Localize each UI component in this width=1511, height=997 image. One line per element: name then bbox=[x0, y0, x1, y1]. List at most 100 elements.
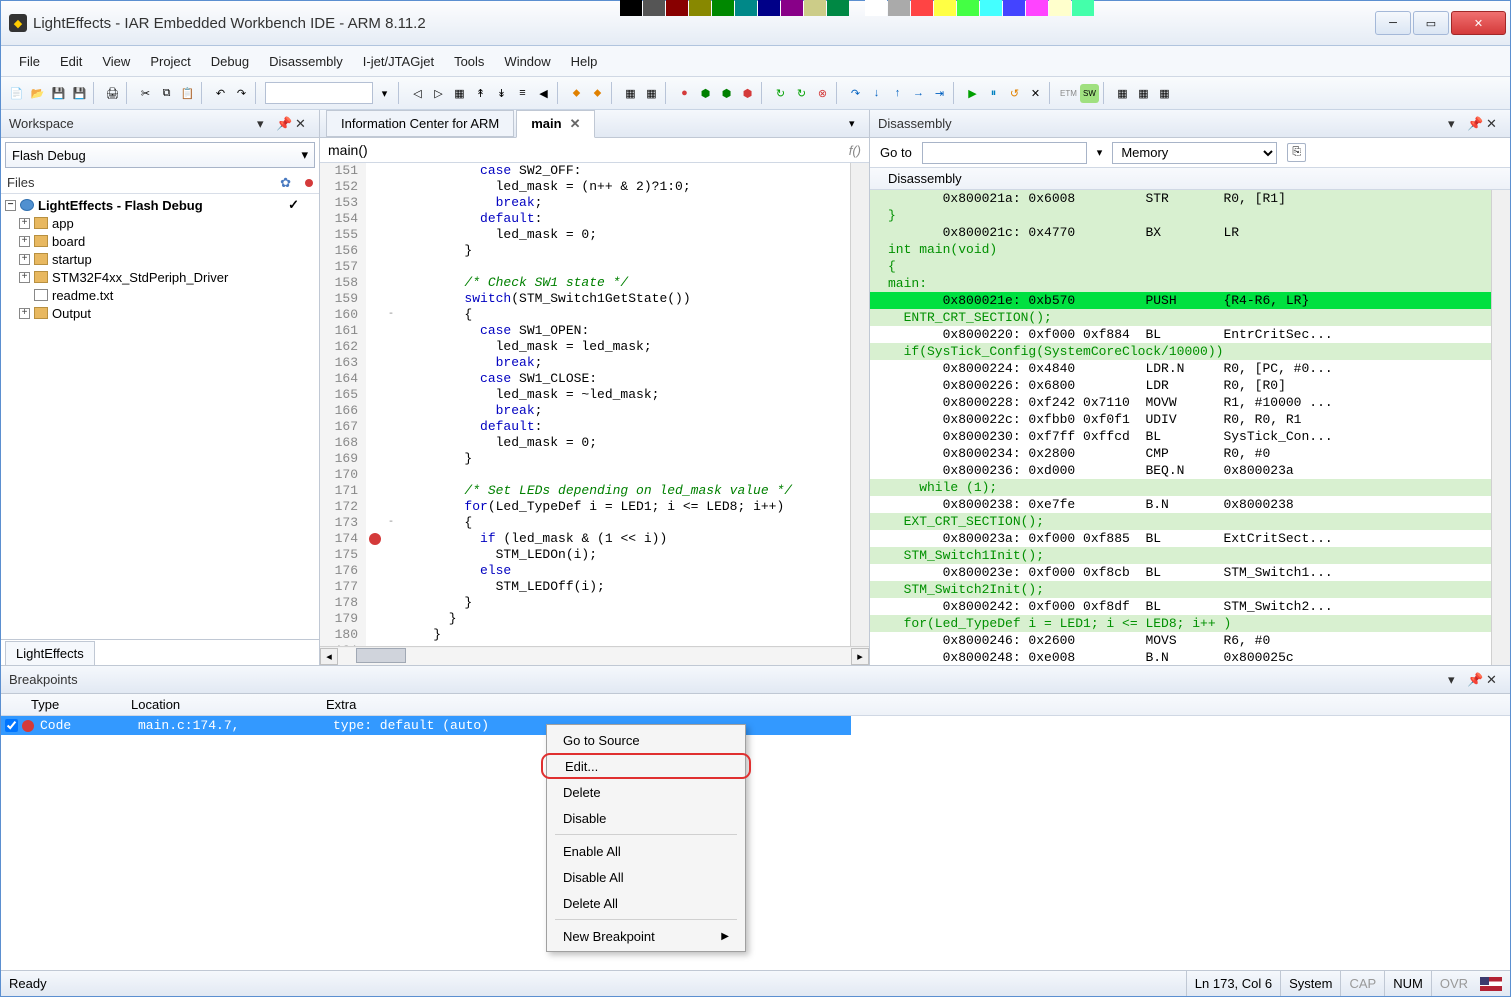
dropdown-icon[interactable]: ▾ bbox=[375, 84, 394, 103]
gutter[interactable] bbox=[366, 483, 384, 499]
fold-gutter[interactable] bbox=[384, 195, 398, 211]
gutter[interactable] bbox=[366, 355, 384, 371]
expand-icon[interactable]: + bbox=[19, 218, 30, 229]
menu-debug[interactable]: Debug bbox=[201, 48, 259, 75]
disassembly-vscrollbar[interactable] bbox=[1491, 190, 1510, 665]
gutter[interactable] bbox=[366, 611, 384, 627]
fold-gutter[interactable] bbox=[384, 595, 398, 611]
nav-down-icon[interactable]: ↡ bbox=[492, 84, 511, 103]
collapse-icon[interactable]: − bbox=[5, 200, 16, 211]
disassembly-line[interactable]: 0x8000230: 0xf7ff 0xffcd BL SysTick_Con.… bbox=[870, 428, 1491, 445]
gutter[interactable] bbox=[366, 259, 384, 275]
code-line[interactable]: { bbox=[398, 515, 850, 531]
gutter[interactable] bbox=[366, 227, 384, 243]
nav-prev-icon[interactable]: ◀ bbox=[534, 84, 553, 103]
disassembly-line[interactable]: STM_Switch2Init(); bbox=[870, 581, 1491, 598]
gear-icon[interactable]: ✿ bbox=[280, 175, 291, 191]
code-line[interactable]: /* Check SW1 state */ bbox=[398, 275, 850, 291]
menu-window[interactable]: Window bbox=[494, 48, 560, 75]
fold-gutter[interactable] bbox=[384, 355, 398, 371]
fold-gutter[interactable] bbox=[384, 403, 398, 419]
debug-icon[interactable]: ⬢ bbox=[696, 84, 715, 103]
gutter[interactable] bbox=[366, 595, 384, 611]
build-icon[interactable]: ▦ bbox=[642, 84, 661, 103]
panel-close-icon[interactable]: ✕ bbox=[1486, 672, 1502, 688]
code-line[interactable]: switch(STM_Switch1GetState()) bbox=[398, 291, 850, 307]
code-line[interactable] bbox=[398, 467, 850, 483]
menu-edit[interactable]: Edit bbox=[50, 48, 92, 75]
go-icon[interactable]: ↻ bbox=[771, 84, 790, 103]
fold-gutter[interactable] bbox=[384, 371, 398, 387]
fold-gutter[interactable] bbox=[384, 611, 398, 627]
fold-gutter[interactable] bbox=[384, 387, 398, 403]
disassembly-line[interactable]: 0x8000248: 0xe008 B.N 0x800025c bbox=[870, 649, 1491, 665]
panel-pin-icon[interactable]: 📌 bbox=[276, 116, 292, 132]
scroll-left-icon[interactable]: ◂ bbox=[320, 648, 338, 665]
tree-item[interactable]: readme.txt bbox=[5, 286, 315, 304]
gutter[interactable] bbox=[366, 531, 384, 547]
swv-icon[interactable]: SW bbox=[1080, 84, 1099, 103]
workspace-tab[interactable]: LightEffects bbox=[5, 641, 95, 665]
open-icon[interactable]: 📂 bbox=[28, 84, 47, 103]
disassembly-line[interactable]: main: bbox=[870, 275, 1491, 292]
ctx-enableall[interactable]: Enable All bbox=[549, 838, 743, 864]
disassembly-line[interactable]: 0x8000234: 0x2800 CMP R0, #0 bbox=[870, 445, 1491, 462]
stop-icon[interactable]: ↻ bbox=[792, 84, 811, 103]
disassembly-line[interactable]: { bbox=[870, 258, 1491, 275]
ctx-deleteall[interactable]: Delete All bbox=[549, 890, 743, 916]
fold-gutter[interactable] bbox=[384, 339, 398, 355]
gutter[interactable] bbox=[366, 627, 384, 643]
redo-icon[interactable]: ↷ bbox=[232, 84, 251, 103]
editor-tab[interactable]: main✕ bbox=[516, 110, 595, 138]
disassembly-line[interactable]: 0x800021e: 0xb570 PUSH {R4-R6, LR} bbox=[870, 292, 1491, 309]
step-over-icon[interactable]: ↷ bbox=[846, 84, 865, 103]
fold-gutter[interactable] bbox=[384, 435, 398, 451]
fold-gutter[interactable] bbox=[384, 179, 398, 195]
gutter[interactable] bbox=[366, 243, 384, 259]
fold-gutter[interactable] bbox=[384, 531, 398, 547]
code-line[interactable]: } bbox=[398, 243, 850, 259]
editor-tab[interactable]: Information Center for ARM bbox=[326, 110, 514, 137]
step-next-icon[interactable]: → bbox=[909, 84, 928, 103]
fold-gutter[interactable]: - bbox=[384, 515, 398, 531]
bp-toggle-icon[interactable]: ● bbox=[675, 84, 694, 103]
fold-gutter[interactable] bbox=[384, 211, 398, 227]
code-line[interactable]: led_mask = (n++ & 2)?1:0; bbox=[398, 179, 850, 195]
fold-gutter[interactable] bbox=[384, 243, 398, 259]
find-combo[interactable] bbox=[265, 82, 373, 104]
fold-gutter[interactable]: - bbox=[384, 307, 398, 323]
disassembly-line[interactable]: } bbox=[870, 207, 1491, 224]
close-button[interactable]: ✕ bbox=[1451, 11, 1506, 35]
restart-icon[interactable]: ↺ bbox=[1005, 84, 1024, 103]
ctx-newbreakpoint[interactable]: New Breakpoint▶ bbox=[549, 923, 743, 949]
tree-item[interactable]: +STM32F4xx_StdPeriph_Driver bbox=[5, 268, 315, 286]
gutter[interactable] bbox=[366, 467, 384, 483]
tree-item[interactable]: +startup bbox=[5, 250, 315, 268]
disassembly-line[interactable]: 0x8000226: 0x6800 LDR R0, [R0] bbox=[870, 377, 1491, 394]
expand-icon[interactable]: + bbox=[19, 308, 30, 319]
code-line[interactable]: /* Set LEDs depending on led_mask value … bbox=[398, 483, 850, 499]
fold-gutter[interactable] bbox=[384, 259, 398, 275]
fold-gutter[interactable] bbox=[384, 467, 398, 483]
fold-gutter[interactable] bbox=[384, 499, 398, 515]
panel-close-icon[interactable]: ✕ bbox=[1486, 116, 1502, 132]
tabs-menu-icon[interactable]: ▾ bbox=[849, 117, 863, 131]
nav-fwd-icon[interactable]: ▷ bbox=[429, 84, 448, 103]
gutter[interactable] bbox=[366, 451, 384, 467]
code-line[interactable]: else bbox=[398, 563, 850, 579]
disassembly-line[interactable]: 0x8000238: 0xe7fe B.N 0x8000238 bbox=[870, 496, 1491, 513]
project-tree[interactable]: −LightEffects - Flash Debug✓+app+board+s… bbox=[1, 194, 319, 639]
disassembly-line[interactable]: if(SysTick_Config(SystemCoreClock/10000)… bbox=[870, 343, 1491, 360]
fold-gutter[interactable] bbox=[384, 627, 398, 643]
menu-help[interactable]: Help bbox=[561, 48, 608, 75]
code-editor[interactable]: 151 case SW2_OFF:152 led_mask = (n++ & 2… bbox=[320, 163, 869, 646]
menu-file[interactable]: File bbox=[9, 48, 50, 75]
disassembly-line[interactable]: 0x800023a: 0xf000 0xf885 BL ExtCritSect.… bbox=[870, 530, 1491, 547]
maximize-button[interactable]: ▭ bbox=[1413, 11, 1449, 35]
menu-view[interactable]: View bbox=[92, 48, 140, 75]
step-into-icon[interactable]: ↓ bbox=[867, 84, 886, 103]
undo-icon[interactable]: ↶ bbox=[211, 84, 230, 103]
expand-icon[interactable]: + bbox=[19, 272, 30, 283]
code-line[interactable]: if (led_mask & (1 << i)) bbox=[398, 531, 850, 547]
fold-gutter[interactable] bbox=[384, 275, 398, 291]
